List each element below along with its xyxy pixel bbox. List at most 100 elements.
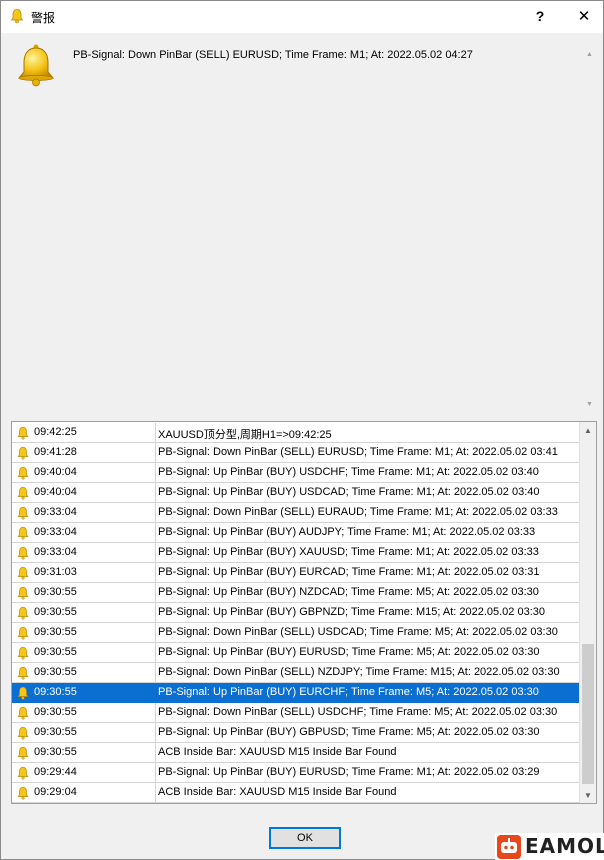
alert-time: 09:30:55: [34, 666, 77, 678]
bell-icon: [17, 786, 29, 800]
table-row[interactable]: 09:41:28 PB-Signal: Down PinBar (SELL) EU…: [12, 443, 580, 463]
alert-time: 09:29:44: [34, 766, 77, 778]
alert-text: PB-Signal: Up PinBar (BUY) USDCHF; Time …: [158, 466, 539, 478]
ok-button[interactable]: OK: [269, 827, 341, 849]
column-divider: [155, 723, 156, 743]
alert-time: 09:42:25: [34, 426, 77, 438]
table-row[interactable]: 09:33:04 PB-Signal: Up PinBar (BUY) XAUUS…: [12, 543, 580, 563]
table-row[interactable]: 09:30:55 PB-Signal: Up PinBar (BUY) NZDCA…: [12, 583, 580, 603]
alert-time: 09:40:04: [34, 486, 77, 498]
alert-text: PB-Signal: Up PinBar (BUY) AUDJPY; Time …: [158, 526, 536, 538]
table-row[interactable]: 09:30:55 PB-Signal: Down PinBar (SELL) NZ…: [12, 663, 580, 683]
scroll-thumb[interactable]: [582, 644, 594, 784]
bell-icon: [17, 526, 29, 540]
alert-time: 09:30:55: [34, 726, 77, 738]
alert-time: 09:30:55: [34, 606, 77, 618]
alert-rows: 09:42:25 XAUUSD顶分型,周期H1=>09:42:25 09:41:28…: [12, 423, 580, 803]
table-row[interactable]: 09:30:55 PB-Signal: Up PinBar (BUY) GBPNZ…: [12, 603, 580, 623]
list-scrollbar[interactable]: ▲ ▼: [579, 422, 596, 803]
scroll-up-icon: ▲: [586, 51, 593, 58]
column-divider: [155, 763, 156, 783]
alert-text: PB-Signal: Up PinBar (BUY) EURCAD; Time …: [158, 566, 540, 578]
column-divider: [155, 523, 156, 543]
table-row[interactable]: 09:30:55 PB-Signal: Up PinBar (BUY) EURCH…: [12, 683, 580, 703]
bell-icon: [17, 466, 29, 480]
bell-icon: [17, 586, 29, 600]
alert-text: PB-Signal: Up PinBar (BUY) EURUSD; Time …: [158, 766, 540, 778]
table-row[interactable]: 09:42:25 XAUUSD顶分型,周期H1=>09:42:25: [12, 423, 580, 443]
alert-text: PB-Signal: Up PinBar (BUY) EURUSD; Time …: [158, 646, 540, 658]
scroll-up-icon[interactable]: ▲: [580, 422, 596, 438]
table-row[interactable]: 09:30:55 ACB Inside Bar: XAUUSD M15 Insid…: [12, 743, 580, 763]
bell-icon: [10, 9, 24, 24]
alert-text: PB-Signal: Up PinBar (BUY) XAUUSD; Time …: [158, 546, 539, 558]
alert-text: PB-Signal: Down PinBar (SELL) EURAUD; Ti…: [158, 506, 558, 518]
alert-history-list[interactable]: 09:42:25 XAUUSD顶分型,周期H1=>09:42:25 09:41:28…: [11, 421, 597, 804]
alert-text: PB-Signal: Down PinBar (SELL) USDCAD; Ti…: [158, 626, 558, 638]
alert-time: 09:33:04: [34, 506, 77, 518]
alert-text: PB-Signal: Up PinBar (BUY) USDCAD; Time …: [158, 486, 540, 498]
column-divider: [155, 583, 156, 603]
column-divider: [155, 623, 156, 643]
bell-icon: [17, 726, 29, 740]
column-divider: [155, 463, 156, 483]
alert-text: ACB Inside Bar: XAUUSD M15 Inside Bar Fo…: [158, 746, 397, 758]
title-bar[interactable]: 警报 ? ✕: [1, 1, 603, 33]
bell-icon: [17, 606, 29, 620]
bell-icon: [17, 626, 29, 640]
alert-time: 09:30:55: [34, 626, 77, 638]
message-scrollbar[interactable]: ▲ ▼: [583, 45, 597, 415]
bell-icon: [17, 546, 29, 560]
bell-icon: [17, 766, 29, 780]
watermark-logo: EAMOL: [495, 833, 604, 860]
alert-message: PB-Signal: Down PinBar (SELL) EURUSD; Ti…: [73, 49, 473, 61]
alert-time: 09:41:28: [34, 446, 77, 458]
column-divider: [155, 563, 156, 583]
robot-icon: [497, 835, 521, 859]
bell-icon: [17, 44, 55, 87]
column-divider: [155, 783, 156, 803]
table-row[interactable]: 09:40:04 PB-Signal: Up PinBar (BUY) USDCH…: [12, 463, 580, 483]
scroll-down-icon: ▼: [586, 401, 593, 408]
table-row[interactable]: 09:30:55 PB-Signal: Down PinBar (SELL) US…: [12, 703, 580, 723]
table-row[interactable]: 09:29:04 ACB Inside Bar: XAUUSD M15 Insid…: [12, 783, 580, 803]
alert-window: 警报 ? ✕ PB-Signal: Down PinBar (SELL) EUR…: [0, 0, 604, 860]
alert-time: 09:30:55: [34, 586, 77, 598]
watermark-text: EAMOL: [525, 834, 604, 858]
alert-text: PB-Signal: Up PinBar (BUY) GBPUSD; Time …: [158, 726, 540, 738]
bell-icon: [17, 646, 29, 660]
alert-text: PB-Signal: Down PinBar (SELL) USDCHF; Ti…: [158, 706, 558, 718]
column-divider: [155, 423, 156, 443]
help-button[interactable]: ?: [520, 1, 560, 31]
column-divider: [155, 683, 156, 703]
scroll-down-icon[interactable]: ▼: [580, 787, 596, 803]
alert-text: PB-Signal: Up PinBar (BUY) EURCHF; Time …: [158, 686, 539, 698]
close-button[interactable]: ✕: [564, 1, 604, 31]
bell-icon: [17, 686, 29, 700]
column-divider: [155, 443, 156, 463]
column-divider: [155, 483, 156, 503]
alert-text: ACB Inside Bar: XAUUSD M15 Inside Bar Fo…: [158, 786, 397, 798]
table-row[interactable]: 09:30:55 PB-Signal: Up PinBar (BUY) GBPUS…: [12, 723, 580, 743]
column-divider: [155, 503, 156, 523]
table-row[interactable]: 09:30:55 PB-Signal: Up PinBar (BUY) EURUS…: [12, 643, 580, 663]
table-row[interactable]: 09:30:55 PB-Signal: Down PinBar (SELL) US…: [12, 623, 580, 643]
table-row[interactable]: 09:33:04 PB-Signal: Down PinBar (SELL) EU…: [12, 503, 580, 523]
table-row[interactable]: 09:29:44 PB-Signal: Up PinBar (BUY) EURUS…: [12, 763, 580, 783]
alert-text: XAUUSD顶分型,周期H1=>09:42:25: [158, 429, 332, 441]
alert-text: PB-Signal: Up PinBar (BUY) GBPNZD; Time …: [158, 606, 545, 618]
bell-icon: [17, 426, 29, 440]
table-row[interactable]: 09:31:03 PB-Signal: Up PinBar (BUY) EURCA…: [12, 563, 580, 583]
column-divider: [155, 643, 156, 663]
message-panel: PB-Signal: Down PinBar (SELL) EURUSD; Ti…: [9, 35, 597, 415]
column-divider: [155, 603, 156, 623]
table-row[interactable]: 09:33:04 PB-Signal: Up PinBar (BUY) AUDJP…: [12, 523, 580, 543]
alert-time: 09:30:55: [34, 746, 77, 758]
table-row[interactable]: 09:40:04 PB-Signal: Up PinBar (BUY) USDCA…: [12, 483, 580, 503]
alert-time: 09:30:55: [34, 706, 77, 718]
alert-time: 09:33:04: [34, 526, 77, 538]
alert-time: 09:40:04: [34, 466, 77, 478]
alert-text: PB-Signal: Up PinBar (BUY) NZDCAD; Time …: [158, 586, 539, 598]
alert-time: 09:30:55: [34, 646, 77, 658]
bell-icon: [17, 486, 29, 500]
